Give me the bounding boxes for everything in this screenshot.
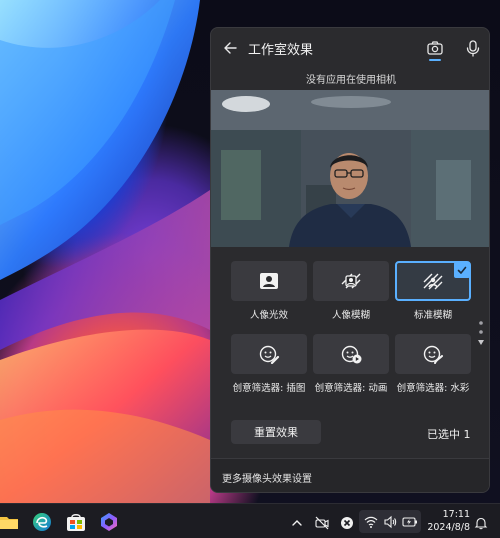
store-icon[interactable] — [66, 512, 86, 532]
chevron-up-icon[interactable] — [290, 515, 304, 529]
microphone-icon[interactable] — [464, 37, 482, 59]
taskbar: 17:11 2024/8/8 — [0, 503, 500, 538]
battery-icon — [402, 517, 417, 527]
animation-filter-icon — [341, 345, 362, 364]
effect-label: 标准模糊 — [413, 310, 452, 321]
effect-label: 人像光效 — [249, 310, 288, 321]
panel-footer: 更多摄像头效果设置 — [211, 458, 489, 492]
scroll-indicator[interactable] — [477, 320, 485, 350]
reset-effects-button[interactable]: 重置效果 — [231, 420, 321, 444]
panel-title: 工作室效果 — [248, 43, 314, 58]
effect-standard-blur[interactable] — [395, 261, 471, 301]
effect-label: 人像模糊 — [331, 310, 370, 321]
file-explorer-icon[interactable] — [0, 512, 20, 532]
camera-status-text: 没有应用在使用相机 — [306, 75, 396, 86]
back-arrow-icon[interactable] — [221, 38, 241, 58]
copilot-icon[interactable] — [99, 512, 119, 532]
effect-portrait-light[interactable] — [231, 261, 307, 301]
effect-creative-watercolor[interactable] — [395, 334, 471, 374]
close-circle-icon[interactable] — [340, 515, 354, 529]
selected-count-text: 已选中 1 — [427, 428, 471, 441]
quick-settings-button[interactable] — [359, 510, 421, 533]
wifi-icon — [364, 516, 378, 528]
studio-effects-panel: 工作室效果 没有应用在使用相机 人像光效 人像模糊 标准模糊 创意筛选器: 插图… — [210, 27, 490, 493]
clock-time: 17:11 — [442, 509, 470, 520]
notification-bell-icon[interactable] — [474, 515, 488, 530]
effect-portrait-blur[interactable] — [313, 261, 389, 301]
more-camera-settings-link[interactable]: 更多摄像头效果设置 — [222, 470, 312, 485]
effect-creative-illustration[interactable] — [231, 334, 307, 374]
volume-icon — [384, 515, 397, 529]
portrait-blur-icon — [341, 273, 361, 289]
standard-blur-icon — [423, 273, 443, 290]
camera-tab-indicator — [429, 59, 441, 61]
panel-header: 工作室效果 — [211, 28, 489, 68]
effect-label: 创意筛选器: 插图 — [232, 383, 306, 394]
camera-off-icon[interactable] — [315, 515, 329, 530]
checkmark-icon — [454, 262, 470, 278]
portrait-light-icon — [260, 273, 278, 289]
effect-label: 创意筛选器: 动画 — [314, 383, 388, 394]
clock-date: 2024/8/8 — [427, 522, 470, 533]
edge-icon[interactable] — [32, 512, 52, 532]
camera-icon[interactable] — [424, 37, 446, 59]
camera-preview — [211, 90, 489, 247]
watercolor-filter-icon — [423, 345, 443, 364]
effect-label: 创意筛选器: 水彩 — [396, 383, 470, 394]
clock[interactable]: 17:11 2024/8/8 — [424, 508, 470, 534]
illustration-filter-icon — [259, 345, 280, 364]
effect-creative-animation[interactable] — [313, 334, 389, 374]
